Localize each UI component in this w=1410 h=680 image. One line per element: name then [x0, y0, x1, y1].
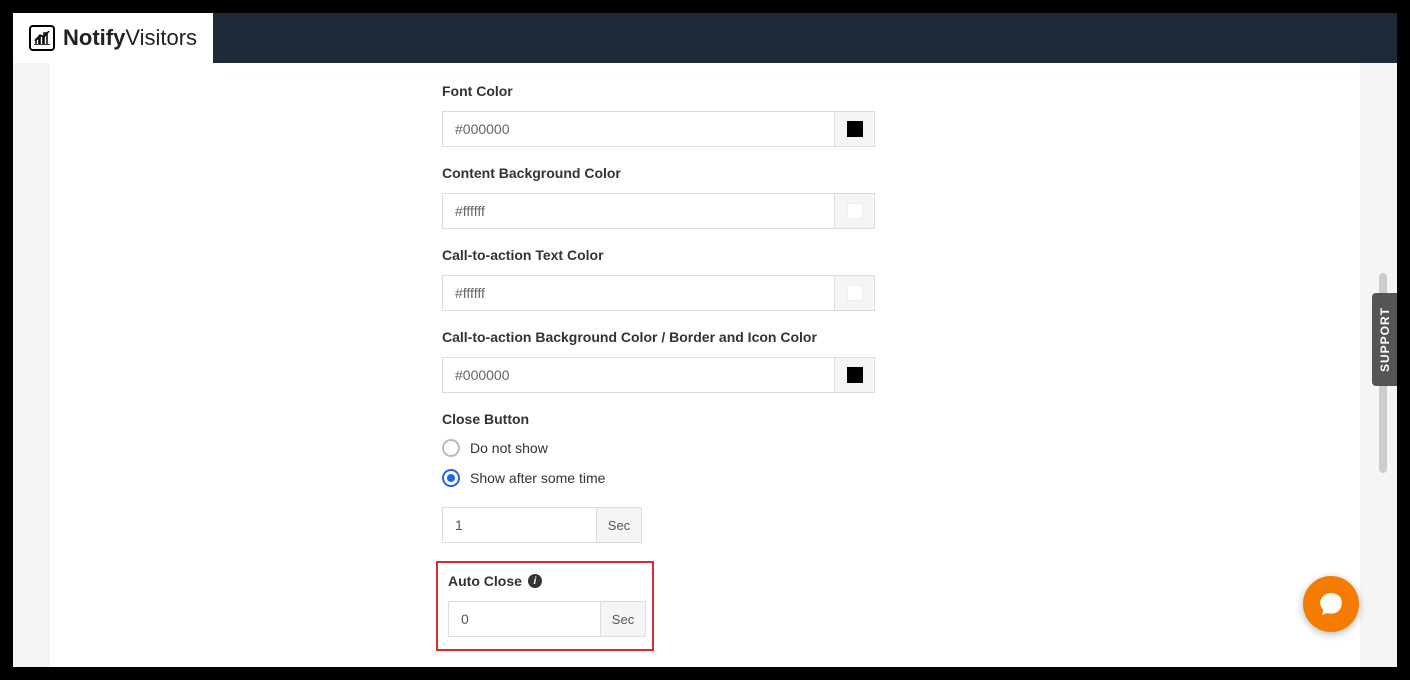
cta-bg-input[interactable]: [442, 357, 835, 393]
close-button-label: Close Button: [442, 411, 942, 427]
font-color-input[interactable]: [442, 111, 835, 147]
cta-text-label: Call-to-action Text Color: [442, 247, 942, 263]
radio-show-after-label: Show after some time: [470, 470, 605, 486]
logo-chart-icon: [29, 25, 55, 51]
cta-bg-swatch[interactable]: [835, 357, 875, 393]
content-bg-input[interactable]: [442, 193, 835, 229]
auto-close-label: Auto Close: [448, 573, 522, 589]
cta-bg-label: Call-to-action Background Color / Border…: [442, 329, 942, 345]
radio-do-not-show-label: Do not show: [470, 440, 548, 456]
cta-text-swatch[interactable]: [835, 275, 875, 311]
support-tab[interactable]: SUPPORT: [1372, 293, 1397, 386]
font-color-label: Font Color: [442, 83, 942, 99]
content-bg-swatch[interactable]: [835, 193, 875, 229]
repeat-notification-label: Repeat Notification on Submit: [442, 665, 942, 667]
chat-icon: [1318, 591, 1344, 617]
logo-text: NotifyVisitors: [63, 25, 197, 51]
radio-show-after[interactable]: [442, 469, 460, 487]
close-delay-input[interactable]: [442, 507, 597, 543]
logo[interactable]: NotifyVisitors: [13, 13, 213, 63]
cta-text-input[interactable]: [442, 275, 835, 311]
font-color-swatch[interactable]: [835, 111, 875, 147]
auto-close-section: Auto Close i Sec: [436, 561, 654, 651]
auto-close-unit: Sec: [601, 601, 646, 637]
close-delay-unit: Sec: [597, 507, 642, 543]
form-panel: Font Color Content Background Color Call…: [50, 63, 1360, 667]
auto-close-input[interactable]: [448, 601, 601, 637]
content-area: Font Color Content Background Color Call…: [13, 63, 1397, 667]
content-bg-label: Content Background Color: [442, 165, 942, 181]
chat-button[interactable]: [1303, 576, 1359, 632]
radio-do-not-show[interactable]: [442, 439, 460, 457]
topbar: NotifyVisitors: [13, 13, 1397, 63]
info-icon[interactable]: i: [528, 574, 542, 588]
